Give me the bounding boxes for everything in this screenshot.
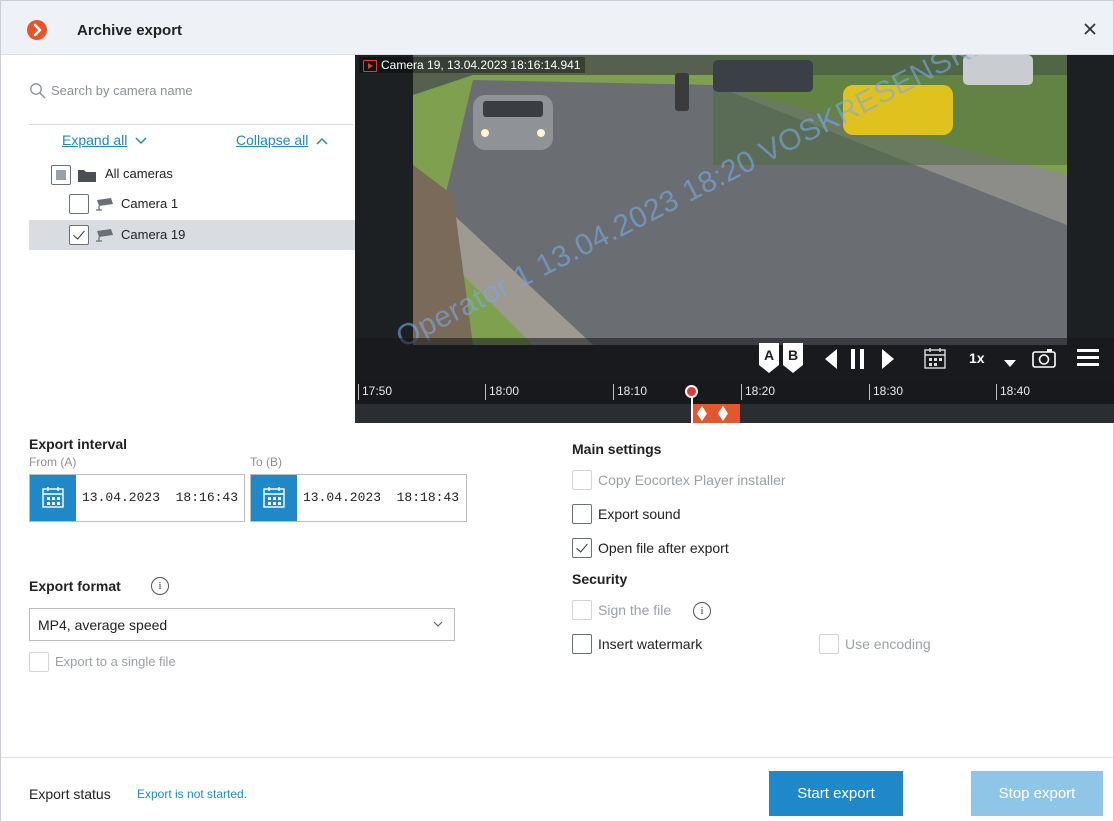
camera-icon bbox=[96, 198, 113, 211]
sign-file-checkbox[interactable] bbox=[572, 600, 592, 620]
divider bbox=[29, 124, 353, 125]
calendar-icon[interactable] bbox=[924, 347, 946, 372]
tree-item-label: Camera 19 bbox=[121, 227, 186, 242]
camera-search-input[interactable] bbox=[51, 79, 321, 101]
sign-file-label: Sign the file bbox=[598, 602, 672, 618]
search-icon bbox=[30, 83, 46, 99]
video-player[interactable]: Camera 19, 13.04.2023 18:16:14.941 Opera… bbox=[355, 55, 1114, 423]
info-icon[interactable]: i bbox=[151, 577, 169, 595]
speed-dropdown-icon[interactable] bbox=[1004, 355, 1016, 371]
footer: Export status Export is not started. Sta… bbox=[1, 757, 1113, 821]
stop-export-button[interactable]: Stop export bbox=[971, 771, 1103, 816]
from-label: From (A) bbox=[29, 455, 77, 469]
main-settings-title: Main settings bbox=[572, 441, 662, 457]
export-format-value: MP4, average speed bbox=[38, 617, 168, 633]
camera-icon bbox=[96, 229, 113, 242]
export-single-file-checkbox[interactable] bbox=[29, 652, 49, 672]
expand-all-link[interactable]: Expand all bbox=[62, 132, 147, 148]
to-calendar-button[interactable] bbox=[251, 475, 297, 521]
mark-b-button[interactable]: B bbox=[783, 343, 803, 376]
timeline-tick: 18:30 bbox=[868, 384, 904, 400]
player-controls: A B 1x bbox=[355, 338, 1114, 380]
step-forward-icon[interactable] bbox=[882, 349, 894, 372]
timeline-tick: 18:10 bbox=[612, 384, 648, 400]
record-icon bbox=[363, 60, 377, 72]
info-icon[interactable]: i bbox=[693, 602, 711, 620]
copy-player-label: Copy Eocortex Player installer bbox=[598, 472, 786, 488]
export-interval-title: Export interval bbox=[29, 436, 128, 452]
to-label: To (B) bbox=[250, 455, 283, 469]
tree-item-all-cameras[interactable]: All cameras bbox=[29, 159, 355, 189]
chevron-down-icon bbox=[433, 621, 443, 627]
export-sound-label: Export sound bbox=[598, 506, 681, 522]
copy-player-checkbox[interactable] bbox=[572, 470, 592, 490]
timeline-tick: 17:50 bbox=[357, 384, 393, 400]
collapse-all-link[interactable]: Collapse all bbox=[236, 132, 328, 148]
tree-item-camera-1[interactable]: Camera 1 bbox=[29, 189, 355, 219]
menu-icon[interactable] bbox=[1077, 349, 1099, 370]
mark-a-button[interactable]: A bbox=[759, 343, 779, 376]
camera-list-panel: Expand all Collapse all All cameras Came… bbox=[1, 55, 355, 423]
to-date-value[interactable]: 13.04.2023 18:18:43 bbox=[303, 490, 459, 505]
mark-b-label: B bbox=[788, 347, 798, 363]
archive-export-window: Archive export Expand all Collapse all A… bbox=[0, 0, 1114, 821]
timeline-tick: 18:00 bbox=[484, 384, 520, 400]
insert-watermark-label: Insert watermark bbox=[598, 636, 703, 652]
insert-watermark-checkbox[interactable] bbox=[572, 634, 592, 654]
calendar-icon bbox=[263, 487, 285, 508]
folder-icon bbox=[78, 170, 96, 182]
to-date-field[interactable]: 13.04.2023 18:18:43 bbox=[250, 474, 467, 522]
timeline-export-range[interactable] bbox=[692, 404, 740, 423]
snapshot-icon[interactable] bbox=[1032, 348, 1056, 371]
use-encoding-checkbox[interactable] bbox=[819, 634, 839, 654]
start-export-button[interactable]: Start export bbox=[769, 771, 903, 816]
camera-caption: Camera 19, 13.04.2023 18:16:14.941 bbox=[359, 57, 585, 73]
export-status-label: Export status bbox=[29, 786, 111, 802]
export-status-value: Export is not started. bbox=[137, 787, 248, 801]
chevron-up-icon bbox=[316, 132, 328, 148]
export-single-file-label: Export to a single file bbox=[55, 654, 176, 669]
timeline[interactable]: 17:50 18:00 18:10 18:20 18:30 18:40 bbox=[355, 380, 1114, 423]
export-sound-checkbox[interactable] bbox=[572, 504, 592, 524]
step-back-icon[interactable] bbox=[825, 349, 837, 372]
open-after-export-label: Open file after export bbox=[598, 540, 729, 556]
timeline-tick: 18:40 bbox=[995, 384, 1031, 400]
from-date-value[interactable]: 13.04.2023 18:16:43 bbox=[82, 490, 238, 505]
camera-search bbox=[29, 79, 329, 103]
from-date-field[interactable]: 13.04.2023 18:16:43 bbox=[29, 474, 245, 522]
tree-item-camera-19[interactable]: Camera 19 bbox=[29, 220, 355, 250]
open-after-export-checkbox[interactable] bbox=[572, 538, 592, 558]
all-cameras-checkbox[interactable] bbox=[51, 165, 71, 185]
app-logo-icon bbox=[27, 20, 47, 40]
calendar-icon bbox=[42, 487, 64, 508]
security-title: Security bbox=[572, 571, 628, 587]
close-icon[interactable] bbox=[1079, 18, 1101, 40]
mark-a-label: A bbox=[764, 347, 774, 363]
use-encoding-label: Use encoding bbox=[845, 636, 931, 652]
export-format-title: Export format bbox=[29, 578, 121, 594]
export-format-select[interactable]: MP4, average speed bbox=[29, 608, 455, 641]
title-bar: Archive export bbox=[1, 1, 1113, 55]
playhead-handle[interactable] bbox=[685, 385, 698, 398]
pause-icon[interactable] bbox=[850, 349, 866, 372]
tree-item-label: All cameras bbox=[105, 166, 173, 181]
playback-speed[interactable]: 1x bbox=[969, 350, 985, 366]
tree-item-label: Camera 1 bbox=[121, 196, 179, 211]
from-calendar-button[interactable] bbox=[30, 475, 76, 521]
timeline-tick: 18:20 bbox=[740, 384, 776, 400]
camera-1-checkbox[interactable] bbox=[69, 194, 89, 214]
camera-19-checkbox[interactable] bbox=[69, 225, 89, 245]
chevron-down-icon bbox=[135, 132, 147, 148]
window-title: Archive export bbox=[77, 22, 183, 39]
